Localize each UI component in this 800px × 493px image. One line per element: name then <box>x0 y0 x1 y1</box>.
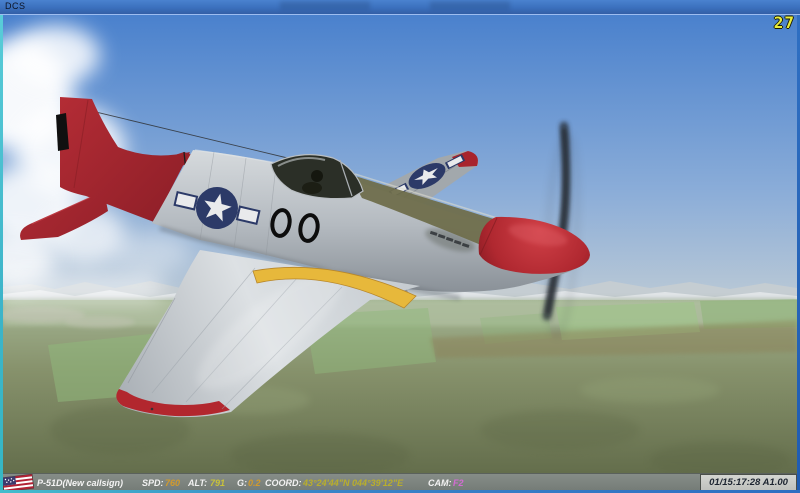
title-bar[interactable]: DCS <box>0 0 800 15</box>
cam-label: CAM: <box>428 478 452 488</box>
coord-value: 43°24'44"N 044°39'12"E <box>303 478 403 488</box>
cam-value: F2 <box>453 478 464 488</box>
coord-label: COORD: <box>265 478 302 488</box>
sim-clock: 01/15:17:28 A1.00 <box>700 474 797 491</box>
spd-label: SPD: <box>142 478 164 488</box>
spd-value: 760 <box>165 478 180 488</box>
dcs-window: DCS <box>0 0 800 493</box>
titlebar-smudge <box>280 1 370 10</box>
fps-counter: 27 <box>774 15 795 32</box>
status-bar: P-51D(New callsign) SPD: 760 ALT: 791 G:… <box>0 473 800 491</box>
scene <box>3 15 797 473</box>
window-border-left <box>0 15 3 490</box>
aircraft-name: P-51D(New callsign) <box>37 478 123 488</box>
window-title: DCS <box>5 1 26 11</box>
g-value: 0.2 <box>248 478 261 488</box>
alt-label: ALT: <box>188 478 207 488</box>
g-label: G: <box>237 478 247 488</box>
game-viewport[interactable]: 27 <box>3 15 797 473</box>
titlebar-smudge <box>430 1 510 10</box>
alt-value: 791 <box>210 478 225 488</box>
pilot <box>311 170 323 182</box>
